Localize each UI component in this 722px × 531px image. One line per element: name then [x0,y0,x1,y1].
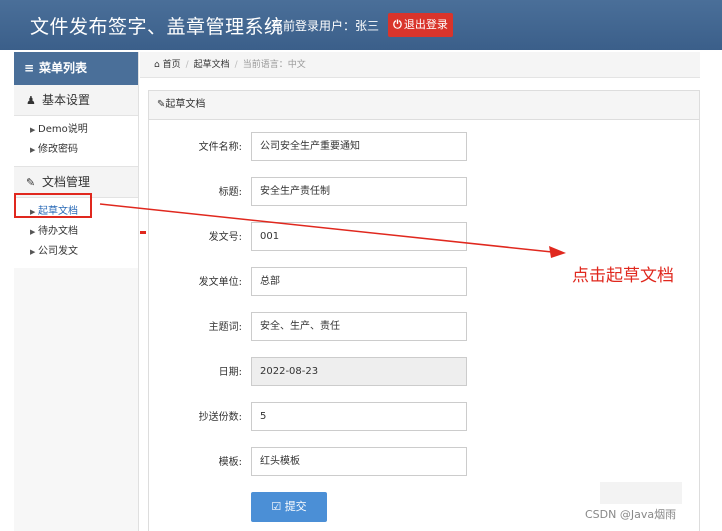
credit-watermark: CSDN @Java烟雨 [585,508,677,521]
annotation-arrow-head [549,246,566,258]
annotation-arrow-line [99,203,553,253]
annotation-text: 点击起草文档 [572,266,674,286]
watermark-area [600,482,682,504]
